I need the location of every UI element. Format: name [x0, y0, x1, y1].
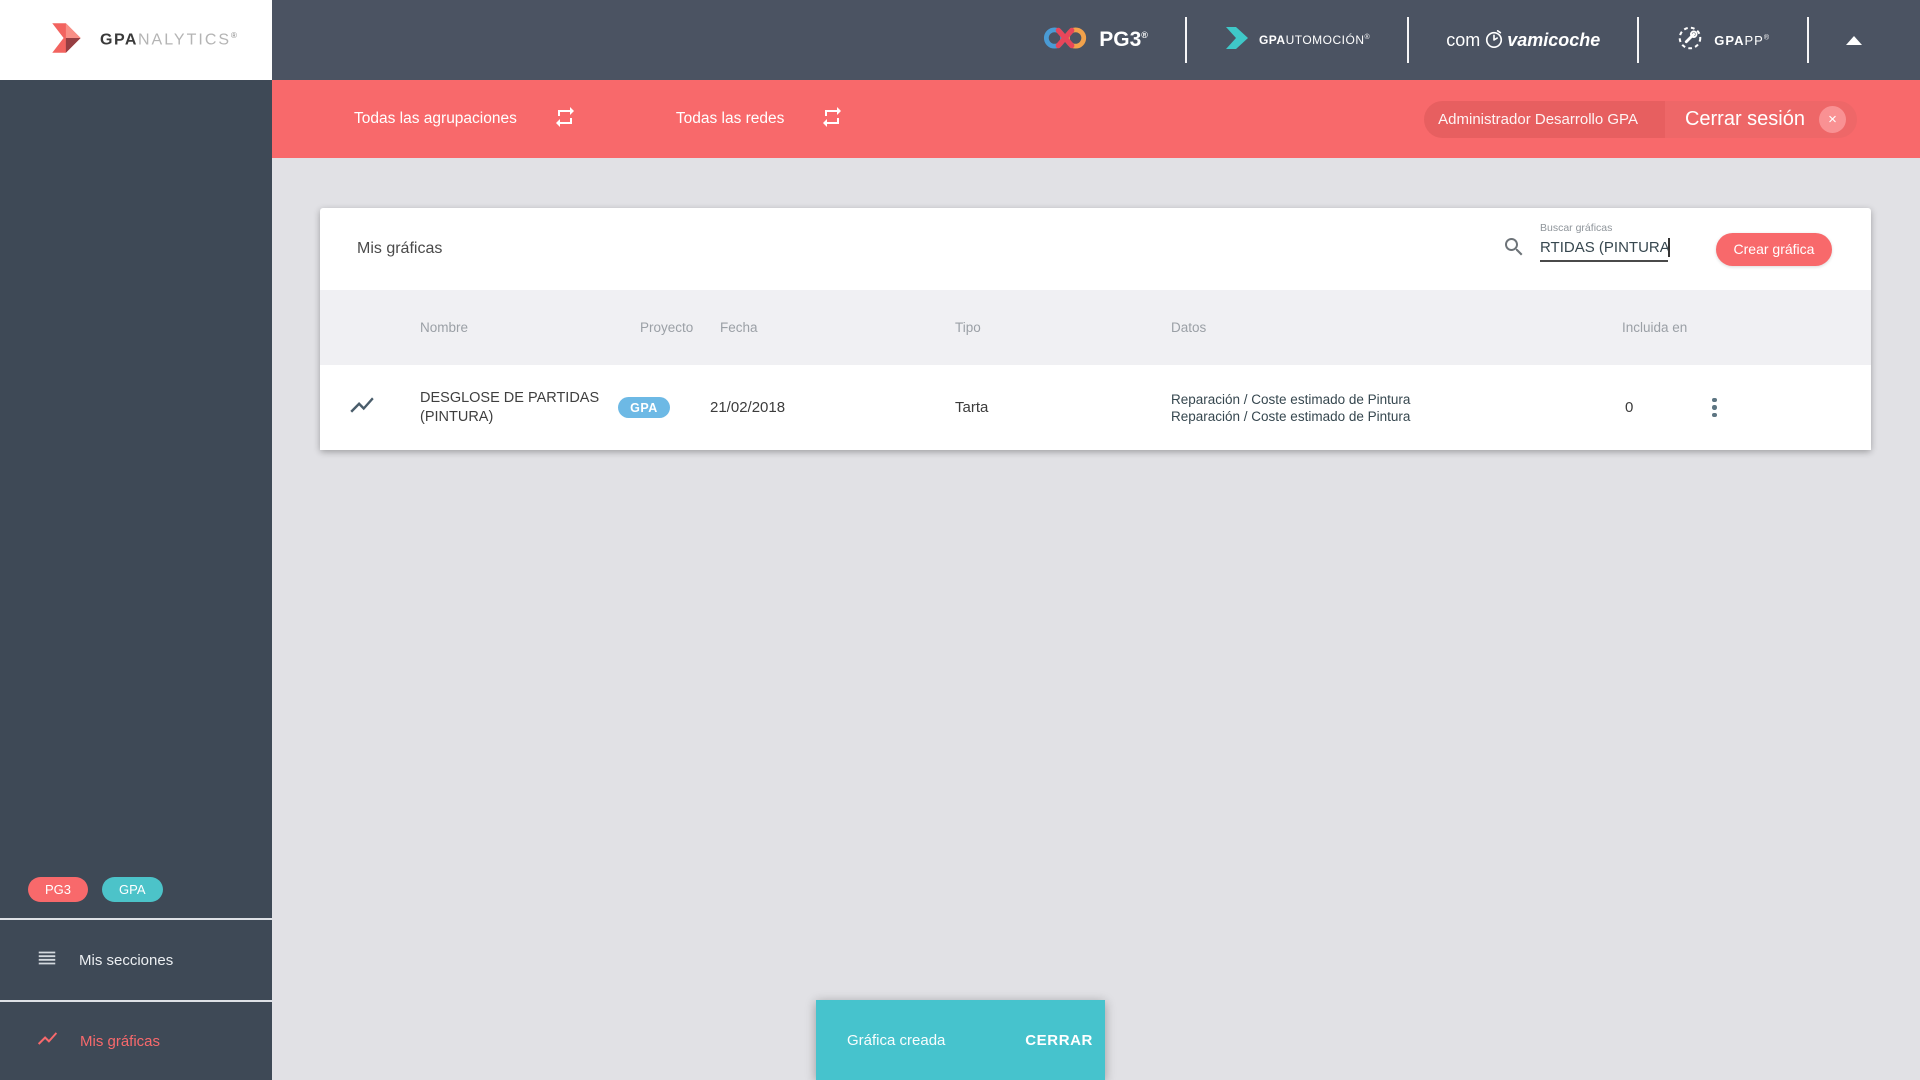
col-header-incluida-en: Incluida en: [1622, 320, 1688, 335]
chart-name: DESGLOSE DE PARTIDAS (PINTURA): [420, 389, 600, 425]
search-area: Buscar gráficas Crear gráfica: [1502, 222, 1832, 266]
project-badge: GPA: [618, 397, 670, 418]
divider: [1637, 17, 1640, 63]
row-menu-kebab-icon[interactable]: [1710, 397, 1730, 418]
project-cell: GPA: [618, 397, 710, 418]
groupings-filter-label: Todas las agrupaciones: [354, 110, 517, 127]
networks-filter-label: Todas las redes: [675, 110, 785, 127]
pg3-logo[interactable]: PG3®: [1043, 23, 1148, 58]
text-caret: [1668, 237, 1670, 257]
page-title: Mis gráficas: [357, 240, 443, 257]
chart-type-icon: [320, 391, 420, 424]
snackbar-message: Gráfica creada: [847, 1031, 946, 1049]
snackbar-close-button[interactable]: CERRAR: [1025, 1032, 1093, 1049]
swap-networks-icon[interactable]: [820, 105, 844, 134]
session-chip: Administrador Desarrollo GPA Cerrar sesi…: [1424, 100, 1857, 138]
col-header-datos: Datos: [1171, 320, 1207, 335]
line-chart-icon: [36, 1027, 59, 1055]
charts-card: Mis gráficas Buscar gráficas Crear gráfi…: [320, 208, 1871, 450]
card-header: Mis gráficas Buscar gráficas Crear gráfi…: [320, 208, 1871, 290]
comprova-label-right: vamicoche: [1507, 29, 1601, 50]
search-field: Buscar gráficas: [1540, 222, 1670, 262]
table-row[interactable]: DESGLOSE DE PARTIDAS (PINTURA) GPA 21/02…: [320, 365, 1871, 450]
col-header-nombre: Nombre: [420, 320, 469, 335]
gpanalytics-logo-text: GPANALYTICS®: [100, 30, 239, 49]
logout-close-icon[interactable]: ×: [1819, 105, 1846, 133]
filter-bar: Todas las agrupaciones Todas las redes A…: [272, 80, 1920, 158]
search-field-label: Buscar gráficas: [1540, 221, 1613, 234]
gpapp-wrench-icon: [1676, 24, 1704, 57]
chart-type: Tarta: [955, 399, 989, 416]
swap-groupings-icon[interactable]: [553, 105, 577, 134]
create-chart-button[interactable]: Crear gráfica: [1716, 232, 1832, 266]
main-content: Mis gráficas Buscar gráficas Crear gráfi…: [272, 158, 1920, 1080]
col-header-proyecto: Proyecto: [640, 320, 694, 335]
comprova-label-left: com: [1446, 29, 1481, 50]
app-logo: GPANALYTICS®: [0, 0, 272, 80]
gpanalytics-logo-icon: [48, 21, 86, 60]
sidebar: GPANALYTICS® PG3 GPA Mis secciones Mis g…: [0, 0, 272, 1080]
gpautomocion-logo[interactable]: GPAUTOMOCIÓN®: [1224, 25, 1370, 56]
divider: [1184, 17, 1187, 63]
topbar: PG3® GPAUTOMOCIÓN® com vamicoche GPAPP®: [272, 0, 1920, 80]
sidebar-item-label: Mis secciones: [79, 951, 174, 969]
search-input[interactable]: [1540, 236, 1668, 262]
pg3-infinity-icon: [1043, 23, 1089, 58]
included-in-count: 0: [1625, 399, 1634, 416]
search-icon[interactable]: [1502, 235, 1526, 264]
data-source-line: Reparación / Coste estimado de Pintura: [1171, 408, 1411, 424]
logout-button[interactable]: Cerrar sesión ×: [1664, 100, 1857, 138]
snackbar: Gráfica creada CERRAR: [816, 1000, 1105, 1080]
stopwatch-icon: [1480, 29, 1507, 51]
col-header-tipo: Tipo: [955, 320, 981, 335]
sidebar-item-label: Mis gráficas: [80, 1032, 161, 1050]
comprovamicoche-logo[interactable]: com vamicoche: [1446, 29, 1600, 51]
badge-gpa[interactable]: GPA: [102, 877, 163, 902]
divider: [1407, 17, 1410, 63]
pg3-label: PG3®: [1099, 28, 1148, 51]
gpautomocion-label: GPAUTOMOCIÓN®: [1258, 33, 1371, 47]
gpapp-logo[interactable]: GPAPP®: [1676, 24, 1770, 57]
sidebar-item-mis-secciones[interactable]: Mis secciones: [0, 918, 272, 1000]
divider: [1807, 17, 1809, 63]
logout-label: Cerrar sesión: [1684, 107, 1805, 130]
table-header: Nombre Proyecto Fecha Tipo Datos Incluid…: [320, 290, 1871, 365]
sidebar-item-mis-graficas[interactable]: Mis gráficas: [0, 1000, 272, 1080]
gpapp-label: GPAPP®: [1714, 32, 1770, 48]
badge-pg3[interactable]: PG3: [28, 877, 89, 902]
chart-data-sources: Reparación / Coste estimado de Pintura R…: [1171, 391, 1620, 425]
collapse-up-icon[interactable]: [1846, 35, 1862, 45]
reorder-icon: [36, 947, 58, 974]
chart-date: 21/02/2018: [710, 399, 786, 416]
sidebar-badges: PG3 GPA: [28, 877, 163, 902]
current-user-label: Administrador Desarrollo GPA: [1424, 100, 1665, 138]
data-source-line: Reparación / Coste estimado de Pintura: [1171, 391, 1411, 407]
col-header-fecha: Fecha: [720, 320, 758, 335]
gpautomocion-arrow-icon: [1224, 25, 1250, 56]
